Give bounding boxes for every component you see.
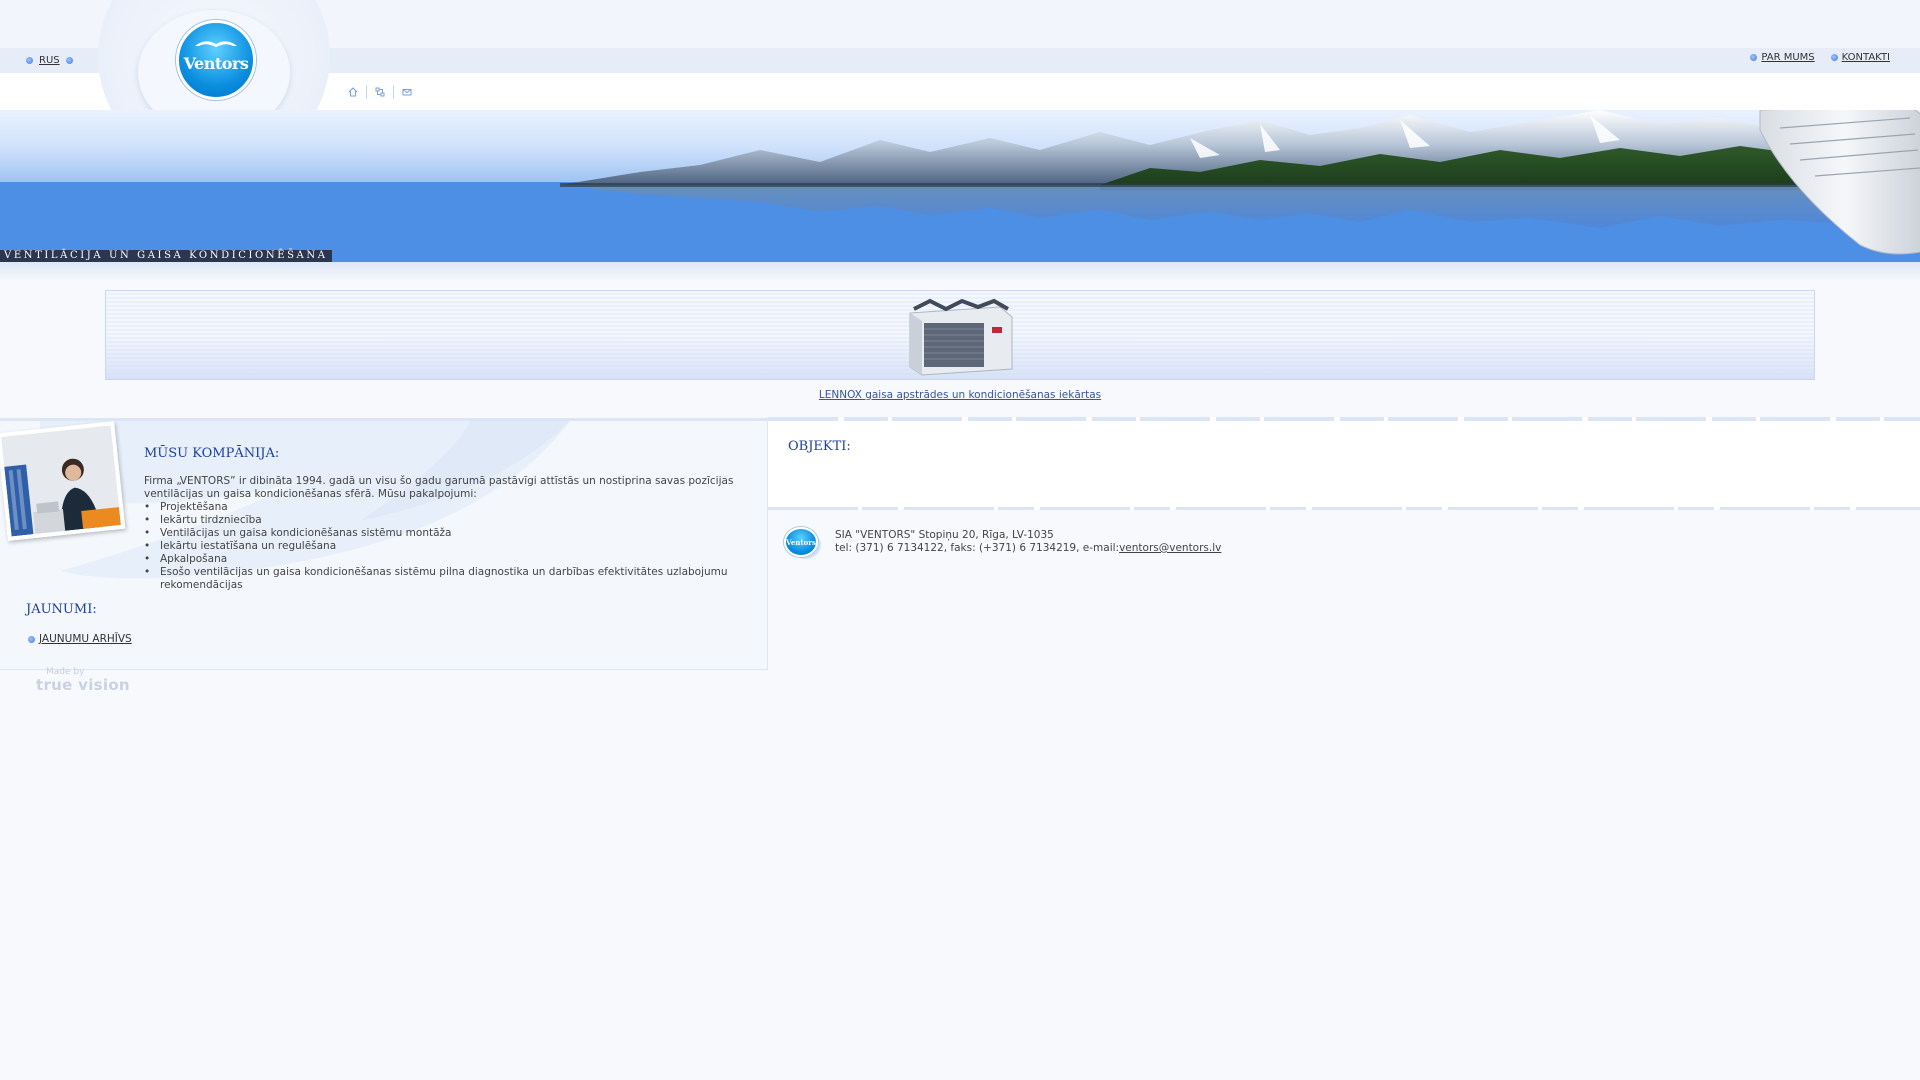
objects-title: OBJEKTI:: [788, 439, 851, 454]
header-banner: VENTILĀCIJA UN GAISA KONDICIONĒŠANA: [0, 110, 1920, 262]
staff-photo: [0, 421, 126, 541]
bullet-icon: [1830, 54, 1838, 61]
mail-icon[interactable]: [400, 85, 414, 99]
language-switcher: RUS: [26, 55, 73, 66]
contact-info: SIA "VENTORS" Stopiņu 20, Rīga, LV-1035 …: [835, 529, 1221, 555]
made-by-brand[interactable]: true vision: [36, 676, 130, 694]
bullet-icon: [65, 57, 73, 64]
list-item: Esošo ventilācijas un gaisa kondicionēša…: [144, 566, 754, 592]
news-title: JAUNUMI:: [26, 602, 97, 617]
company-title: MŪSU KOMPĀNIJA:: [144, 446, 280, 461]
logo-text: Ventors: [183, 53, 249, 73]
list-item: Ventilācijas un gaisa kondicionēšanas si…: [144, 527, 754, 540]
bullet-icon: [1750, 54, 1758, 61]
top-nav: PAR MUMS KONTAKTI: [1750, 52, 1890, 63]
footer-logo-text: Ventors: [786, 537, 816, 547]
company-intro: Firma „VENTORS” ir dibināta 1994. gadā u…: [144, 475, 734, 500]
home-icon[interactable]: [346, 85, 360, 99]
bullet-icon: [28, 635, 35, 643]
language-link-rus[interactable]: RUS: [39, 55, 60, 66]
nav-item-kontakti[interactable]: KONTAKTI: [1830, 52, 1890, 63]
list-item: Projektēšana: [144, 501, 754, 514]
sitemap-icon[interactable]: [373, 85, 387, 99]
news-archive-link[interactable]: JAUNUMU ARHĪVS: [39, 633, 132, 645]
logo-wave-icon: [195, 41, 237, 47]
lennox-unit-image[interactable]: [900, 295, 1020, 377]
banner-divider: [0, 262, 1920, 280]
ventors-logo[interactable]: Ventors: [176, 20, 256, 100]
list-item: Iekārtu iestatīšana un regulēšana: [144, 540, 754, 553]
nav-item-par-mums[interactable]: PAR MUMS: [1750, 52, 1815, 63]
divider: [393, 85, 394, 99]
objects-section: [768, 417, 1920, 510]
company-description: Firma „VENTORS” ir dibināta 1994. gadā u…: [144, 475, 754, 592]
mountain-lake-illustration: [0, 110, 1920, 262]
email-link[interactable]: ventors@ventors.lv: [1119, 542, 1221, 554]
list-item: Apkalpošana: [144, 553, 754, 566]
footer-logo: Ventors: [784, 527, 818, 557]
utility-icons: [346, 85, 414, 99]
list-item: Iekārtu tirdzniecība: [144, 514, 754, 527]
bullet-icon: [26, 57, 33, 64]
staff-photo-image: [1, 425, 121, 537]
featured-caption: LENNOX gaisa apstrādes un kondicionēšana…: [0, 389, 1920, 401]
company-phones: tel: (371) 6 7134122, faks: (+371) 6 713…: [835, 542, 1221, 555]
nav-link-kontakti[interactable]: KONTAKTI: [1842, 52, 1890, 63]
banner-tagline: VENTILĀCIJA UN GAISA KONDICIONĒŠANA: [0, 250, 332, 262]
decorative-divider: [768, 507, 1920, 510]
lennox-link[interactable]: LENNOX gaisa apstrādes un kondicionēšana…: [819, 389, 1101, 401]
company-address: SIA "VENTORS" Stopiņu 20, Rīga, LV-1035: [835, 529, 1054, 541]
nav-link-par-mums[interactable]: PAR MUMS: [1761, 52, 1814, 63]
services-list: Projektēšana Iekārtu tirdzniecība Ventil…: [144, 501, 754, 592]
decorative-divider: [768, 417, 1920, 421]
news-archive: JAUNUMU ARHĪVS: [28, 633, 132, 645]
phone-fax-text: tel: (371) 6 7134122, faks: (+371) 6 713…: [835, 542, 1120, 554]
divider: [366, 85, 367, 99]
